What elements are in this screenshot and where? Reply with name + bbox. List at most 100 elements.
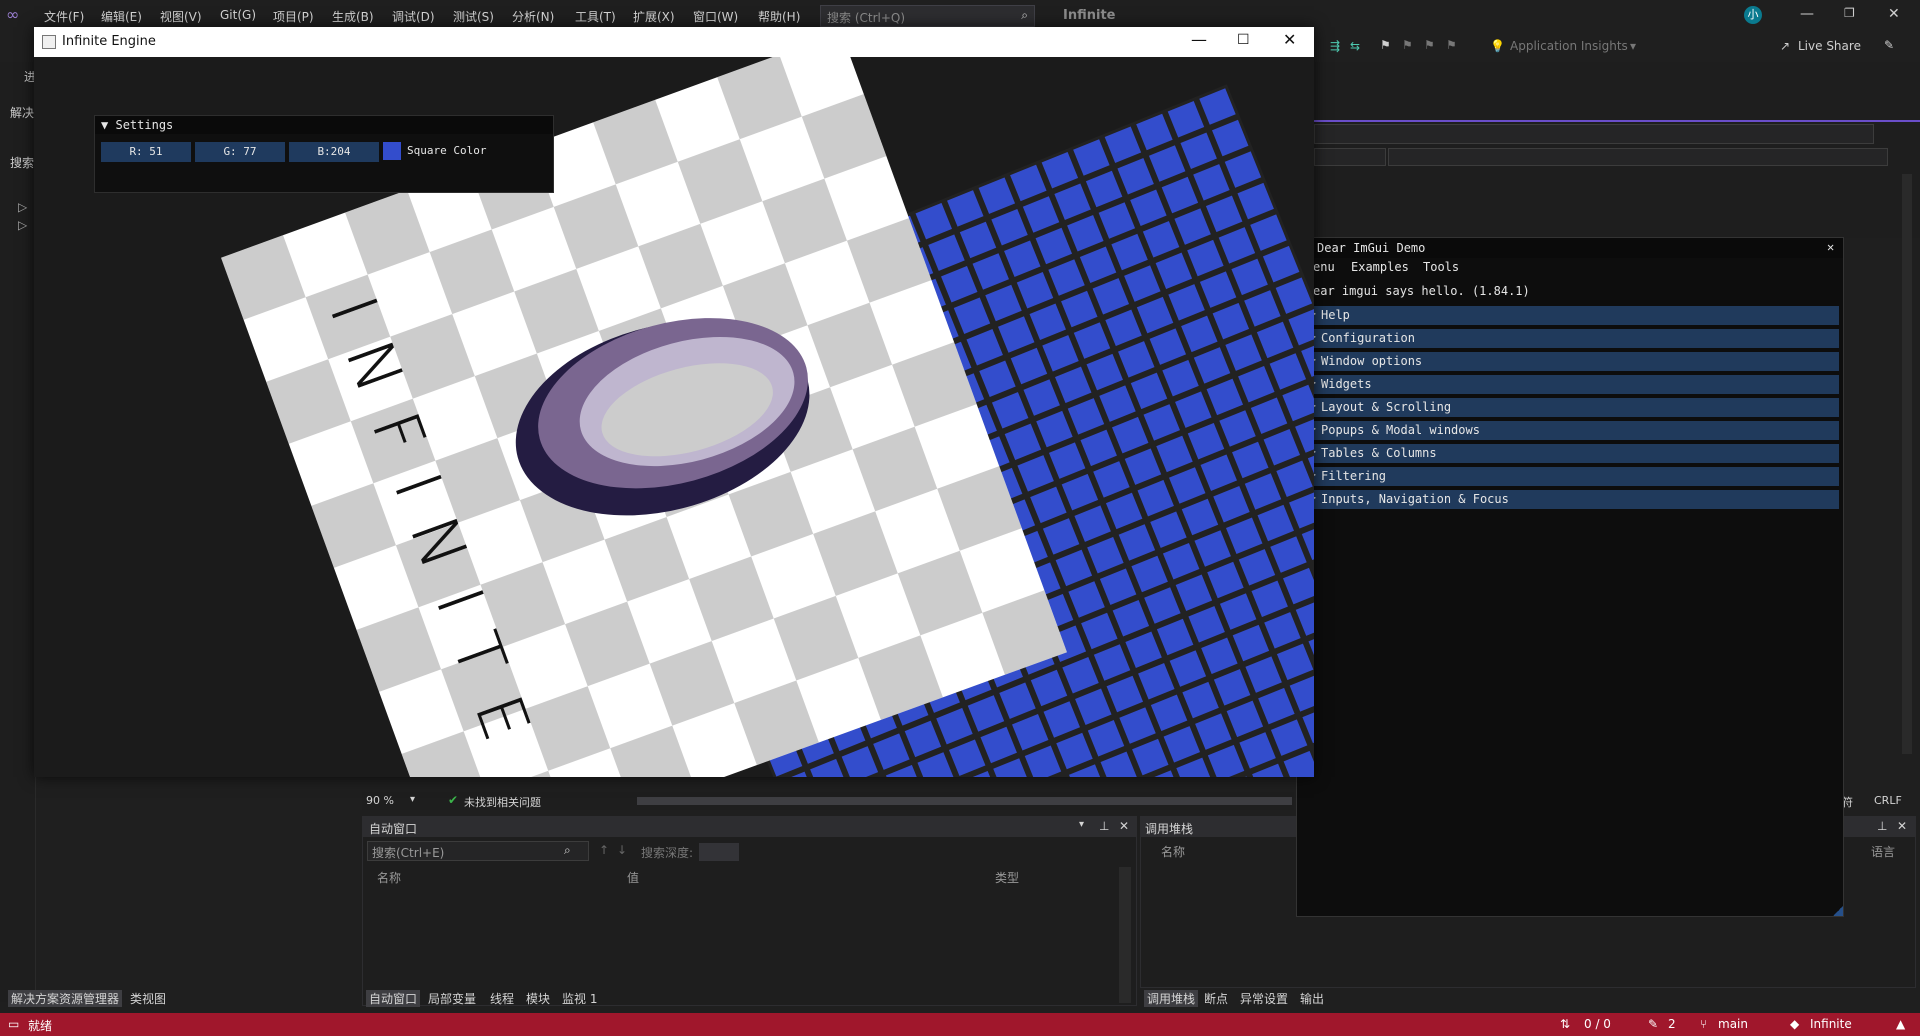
pencil-icon: ✎ (1648, 1017, 1659, 1031)
green-drag-input[interactable]: G: 77 (195, 142, 285, 162)
imgui-menu-menu[interactable]: enu (1313, 260, 1335, 274)
member-dropdown[interactable] (1388, 148, 1888, 166)
vs-search-box[interactable]: 搜索 (Ctrl+Q) ⌕ (820, 5, 1035, 27)
tab-breakpoints[interactable]: 断点 (1204, 990, 1228, 1007)
imgui-menu-tools[interactable]: Tools (1423, 260, 1459, 274)
imgui-header-help[interactable]: ▸ Help (1311, 306, 1839, 325)
tab-autos[interactable]: 自动窗口 (366, 990, 421, 1007)
menu-extensions[interactable]: 扩展(X) (633, 8, 675, 25)
menu-file[interactable]: 文件(F) (44, 8, 84, 25)
tab-class-view[interactable]: 类视图 (130, 990, 166, 1007)
tab-watch-1[interactable]: 监视 1 (562, 990, 597, 1007)
column-language[interactable]: 语言 (1871, 843, 1895, 860)
menu-test[interactable]: 测试(S) (453, 8, 494, 25)
horizontal-scrollbar[interactable] (637, 797, 1292, 805)
arrow-up-icon[interactable]: ↑ (599, 843, 609, 857)
imgui-demo-window[interactable]: Dear ImGui Demo ✕ enu Examples Tools ear… (1296, 237, 1844, 917)
tab-locals[interactable]: 局部变量 (428, 990, 476, 1007)
imgui-header-layout[interactable]: ▸ Layout & Scrolling (1311, 398, 1839, 417)
restore-icon[interactable]: ❐ (1844, 6, 1855, 20)
imgui-header-tables[interactable]: ▸ Tables & Columns (1311, 444, 1839, 463)
nav-dropdown[interactable] (1314, 124, 1874, 144)
menu-edit[interactable]: 编辑(E) (101, 8, 142, 25)
tab-threads[interactable]: 线程 (490, 990, 514, 1007)
imgui-header-popups[interactable]: ▸ Popups & Modal windows (1311, 421, 1839, 440)
tab-exception-settings[interactable]: 异常设置 (1240, 990, 1288, 1007)
engine-window[interactable]: Infinite Engine — ☐ ✕ INFINITE ▼ Setting… (34, 27, 1314, 777)
close-icon[interactable]: ✕ (1827, 240, 1834, 254)
close-icon[interactable]: ✕ (1283, 30, 1296, 49)
avatar[interactable]: 小 (1744, 6, 1762, 24)
menu-help[interactable]: 帮助(H) (758, 8, 800, 25)
menu-view[interactable]: 视图(V) (160, 8, 202, 25)
bookmark-clear-icon[interactable]: ⚑ (1446, 38, 1457, 52)
pin-icon[interactable]: ⊥ (1877, 819, 1887, 833)
red-drag-input[interactable]: R: 51 (101, 142, 191, 162)
resize-grip[interactable] (1833, 906, 1843, 916)
chevron-down-icon[interactable]: ▾ (410, 794, 415, 805)
close-icon[interactable]: ✕ (1897, 819, 1907, 833)
minimize-icon[interactable]: — (1800, 6, 1814, 22)
imgui-header-filtering[interactable]: ▸ Filtering (1311, 467, 1839, 486)
pin-icon[interactable]: ⊥ (1099, 819, 1109, 833)
status-ready: 就绪 (28, 1019, 53, 1033)
column-name[interactable]: 名称 (377, 869, 401, 886)
menu-analyze[interactable]: 分析(N) (512, 8, 554, 25)
menu-build[interactable]: 生成(B) (332, 8, 374, 25)
feedback-icon[interactable]: ✎ (1884, 38, 1894, 52)
menu-window[interactable]: 窗口(W) (693, 8, 738, 25)
zoom-level[interactable]: 90 % (366, 794, 394, 807)
autos-search-placeholder: 搜索(Ctrl+E) (372, 846, 445, 860)
minimize-icon[interactable]: — (1191, 30, 1207, 49)
close-icon[interactable]: ✕ (1119, 819, 1129, 833)
chevron-down-icon[interactable]: ▾ (1630, 39, 1636, 53)
column-name[interactable]: 名称 (1161, 843, 1185, 860)
close-icon[interactable]: ✕ (1888, 6, 1900, 22)
expand-icon[interactable]: ▷ (18, 218, 27, 232)
menu-debug[interactable]: 调试(D) (392, 8, 435, 25)
color-swatch[interactable] (383, 142, 401, 160)
toolbar-step-icon[interactable]: ⇶ (1330, 39, 1340, 53)
bookmark-prev-icon[interactable]: ⚑ (1402, 38, 1413, 52)
bookmark-next-icon[interactable]: ⚑ (1424, 38, 1435, 52)
imgui-menu-examples[interactable]: Examples (1351, 260, 1409, 274)
column-type[interactable]: 类型 (995, 869, 1019, 886)
settings-header[interactable]: ▼ Settings (95, 116, 553, 134)
search-depth-dropdown[interactable] (699, 843, 739, 861)
imgui-header-inputs[interactable]: ▸ Inputs, Navigation & Focus (1311, 490, 1839, 509)
tab-callstack[interactable]: 调用堆栈 (1144, 990, 1199, 1007)
imgui-header-widgets[interactable]: ▸ Widgets (1311, 375, 1839, 394)
blue-drag-input[interactable]: B:204 (289, 142, 379, 162)
expand-icon[interactable]: ▷ (18, 200, 27, 214)
status-branch[interactable]: main (1718, 1017, 1748, 1031)
chevron-down-icon[interactable]: ▾ (1079, 819, 1084, 830)
tab-modules[interactable]: 模块 (526, 990, 550, 1007)
toolbar-step2-icon[interactable]: ⇆ (1350, 39, 1360, 53)
editor-scrollbar[interactable] (1902, 174, 1912, 754)
bookmark-icon[interactable]: ⚑ (1380, 38, 1391, 52)
autos-search-input[interactable]: 搜索(Ctrl+E) ⌕ (367, 841, 589, 861)
menu-tools[interactable]: 工具(T) (575, 8, 616, 25)
imgui-header-window-options[interactable]: ▸ Window options (1311, 352, 1839, 371)
menu-git[interactable]: Git(G) (220, 8, 256, 22)
app-insights-button[interactable]: Application Insights (1510, 39, 1628, 53)
app-insights-icon: 💡 (1490, 39, 1505, 53)
tab-output[interactable]: 输出 (1300, 990, 1324, 1007)
scope-dropdown[interactable] (1314, 148, 1386, 166)
imgui-header-configuration[interactable]: ▸ Configuration (1311, 329, 1839, 348)
live-share-button[interactable]: Live Share (1798, 39, 1861, 53)
arrow-down-icon[interactable]: ↓ (617, 843, 627, 857)
column-value[interactable]: 值 (627, 869, 639, 886)
menu-project[interactable]: 项目(P) (273, 8, 314, 25)
imgui-demo-titlebar[interactable]: Dear ImGui Demo ✕ (1297, 238, 1843, 258)
autos-scrollbar[interactable] (1119, 867, 1131, 1003)
maximize-icon[interactable]: ☐ (1237, 32, 1250, 48)
imgui-settings-window[interactable]: ▼ Settings R: 51 G: 77 B:204 Square Colo… (94, 115, 554, 193)
status-repo[interactable]: Infinite (1810, 1017, 1852, 1031)
notification-icon[interactable]: ▲ (1896, 1017, 1905, 1031)
status-pending[interactable]: 2 (1668, 1017, 1676, 1031)
line-ending[interactable]: CRLF (1874, 794, 1902, 807)
engine-titlebar[interactable]: Infinite Engine — ☐ ✕ (34, 27, 1314, 57)
status-changes[interactable]: 0 / 0 (1584, 1017, 1611, 1031)
tab-solution-explorer[interactable]: 解决方案资源管理器 (8, 990, 123, 1007)
